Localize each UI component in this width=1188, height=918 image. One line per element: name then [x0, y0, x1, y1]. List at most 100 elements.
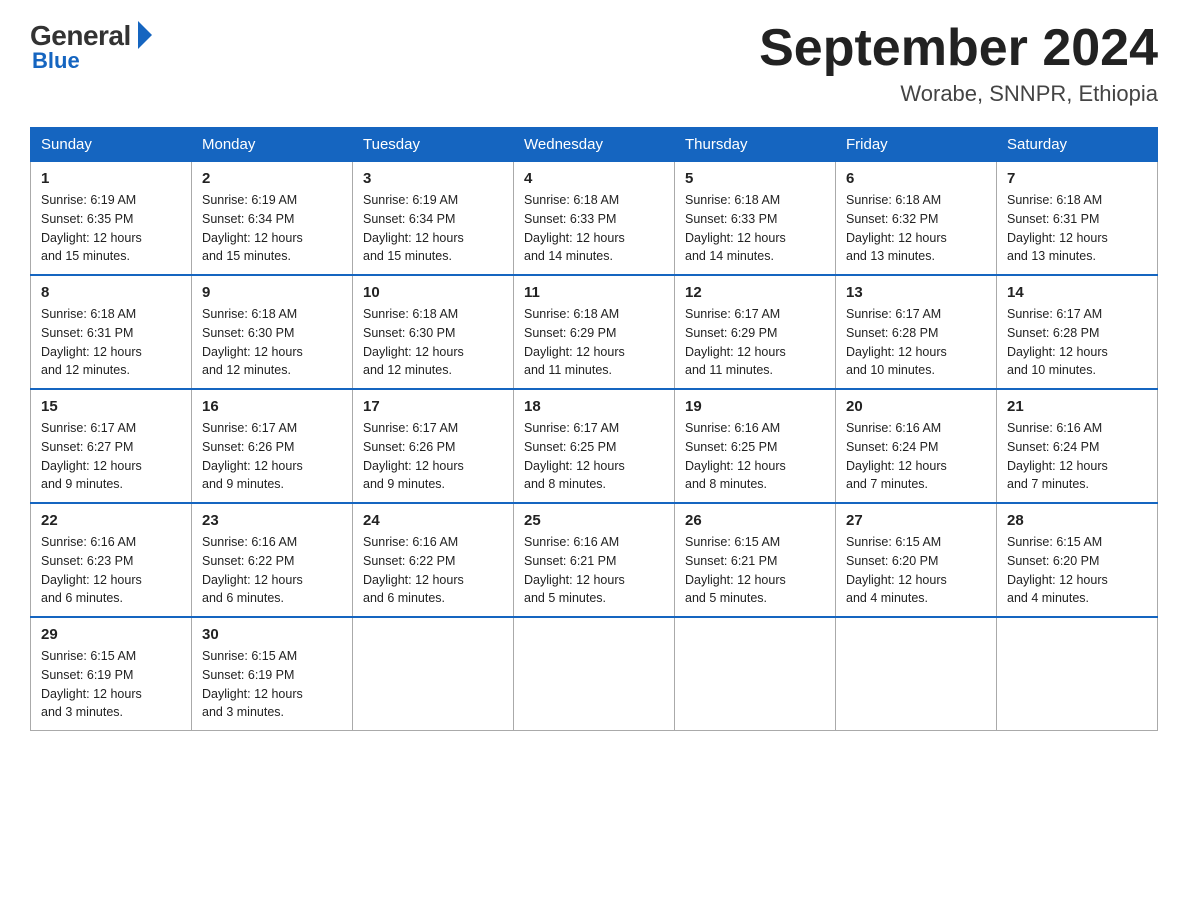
col-thursday: Thursday: [675, 128, 836, 162]
day-number: 18: [524, 398, 664, 415]
day-number: 19: [685, 398, 825, 415]
calendar-day-cell: 3Sunrise: 6:19 AMSunset: 6:34 PMDaylight…: [353, 162, 514, 276]
calendar-day-cell: 13 Sunrise: 6:17 AMSunset: 6:28 PMDayligh…: [836, 275, 997, 389]
calendar-day-cell: 9Sunrise: 6:18 AMSunset: 6:30 PMDaylight…: [192, 275, 353, 389]
day-info: Sunrise: 6:15 AMSunset: 6:20 PMDaylight:…: [846, 533, 986, 608]
day-info: Sunrise: 6:15 AMSunset: 6:20 PMDaylight:…: [1007, 533, 1147, 608]
calendar-day-cell: [514, 617, 675, 731]
calendar-day-cell: 10 Sunrise: 6:18 AMSunset: 6:30 PMDayligh…: [353, 275, 514, 389]
day-info: Sunrise: 6:18 AMSunset: 6:33 PMDaylight:…: [524, 191, 664, 266]
day-number: 5: [685, 170, 825, 187]
col-sunday: Sunday: [31, 128, 192, 162]
day-info: Sunrise: 6:18 AMSunset: 6:32 PMDaylight:…: [846, 191, 986, 266]
day-number: 7: [1007, 170, 1147, 187]
day-info: Sunrise: 6:16 AMSunset: 6:22 PMDaylight:…: [363, 533, 503, 608]
calendar-day-cell: 8Sunrise: 6:18 AMSunset: 6:31 PMDaylight…: [31, 275, 192, 389]
day-info: Sunrise: 6:18 AMSunset: 6:30 PMDaylight:…: [363, 305, 503, 380]
day-info: Sunrise: 6:16 AMSunset: 6:25 PMDaylight:…: [685, 419, 825, 494]
day-number: 24: [363, 512, 503, 529]
calendar-day-cell: 18Sunrise: 6:17 AMSunset: 6:25 PMDayligh…: [514, 389, 675, 503]
calendar-day-cell: 23 Sunrise: 6:16 AMSunset: 6:22 PMDayligh…: [192, 503, 353, 617]
col-friday: Friday: [836, 128, 997, 162]
day-number: 30: [202, 626, 342, 643]
day-number: 4: [524, 170, 664, 187]
location-title: Worabe, SNNPR, Ethiopia: [759, 81, 1158, 107]
day-number: 11: [524, 284, 664, 301]
day-info: Sunrise: 6:16 AMSunset: 6:22 PMDaylight:…: [202, 533, 342, 608]
calendar-day-cell: 20 Sunrise: 6:16 AMSunset: 6:24 PMDayligh…: [836, 389, 997, 503]
day-info: Sunrise: 6:17 AMSunset: 6:28 PMDaylight:…: [846, 305, 986, 380]
page-header: General Blue September 2024 Worabe, SNNP…: [30, 20, 1158, 107]
calendar-day-cell: 16Sunrise: 6:17 AMSunset: 6:26 PMDayligh…: [192, 389, 353, 503]
day-info: Sunrise: 6:17 AMSunset: 6:29 PMDaylight:…: [685, 305, 825, 380]
day-number: 2: [202, 170, 342, 187]
day-info: Sunrise: 6:17 AMSunset: 6:27 PMDaylight:…: [41, 419, 181, 494]
day-number: 23: [202, 512, 342, 529]
day-info: Sunrise: 6:17 AMSunset: 6:28 PMDaylight:…: [1007, 305, 1147, 380]
calendar-day-cell: 25 Sunrise: 6:16 AMSunset: 6:21 PMDayligh…: [514, 503, 675, 617]
day-number: 16: [202, 398, 342, 415]
day-number: 20: [846, 398, 986, 415]
calendar-day-cell: 26 Sunrise: 6:15 AMSunset: 6:21 PMDayligh…: [675, 503, 836, 617]
day-number: 14: [1007, 284, 1147, 301]
calendar-day-cell: 7 Sunrise: 6:18 AMSunset: 6:31 PMDaylight…: [997, 162, 1158, 276]
calendar-day-cell: 28 Sunrise: 6:15 AMSunset: 6:20 PMDayligh…: [997, 503, 1158, 617]
calendar-week-row: 8Sunrise: 6:18 AMSunset: 6:31 PMDaylight…: [31, 275, 1158, 389]
calendar-day-cell: 17 Sunrise: 6:17 AMSunset: 6:26 PMDayligh…: [353, 389, 514, 503]
day-info: Sunrise: 6:15 AMSunset: 6:19 PMDaylight:…: [202, 647, 342, 722]
calendar-day-cell: 1 Sunrise: 6:19 AMSunset: 6:35 PMDaylight…: [31, 162, 192, 276]
calendar-day-cell: 22Sunrise: 6:16 AMSunset: 6:23 PMDayligh…: [31, 503, 192, 617]
calendar-day-cell: 21 Sunrise: 6:16 AMSunset: 6:24 PMDayligh…: [997, 389, 1158, 503]
day-info: Sunrise: 6:17 AMSunset: 6:26 PMDaylight:…: [363, 419, 503, 494]
calendar-day-cell: 14 Sunrise: 6:17 AMSunset: 6:28 PMDayligh…: [997, 275, 1158, 389]
day-info: Sunrise: 6:15 AMSunset: 6:21 PMDaylight:…: [685, 533, 825, 608]
calendar-day-cell: 11Sunrise: 6:18 AMSunset: 6:29 PMDayligh…: [514, 275, 675, 389]
day-number: 8: [41, 284, 181, 301]
day-info: Sunrise: 6:16 AMSunset: 6:24 PMDaylight:…: [846, 419, 986, 494]
calendar-day-cell: [353, 617, 514, 731]
day-number: 27: [846, 512, 986, 529]
calendar-day-cell: 19 Sunrise: 6:16 AMSunset: 6:25 PMDayligh…: [675, 389, 836, 503]
day-number: 9: [202, 284, 342, 301]
day-number: 17: [363, 398, 503, 415]
calendar-day-cell: 6 Sunrise: 6:18 AMSunset: 6:32 PMDaylight…: [836, 162, 997, 276]
day-info: Sunrise: 6:16 AMSunset: 6:21 PMDaylight:…: [524, 533, 664, 608]
calendar-day-cell: 15 Sunrise: 6:17 AMSunset: 6:27 PMDayligh…: [31, 389, 192, 503]
day-number: 3: [363, 170, 503, 187]
calendar-day-cell: 4 Sunrise: 6:18 AMSunset: 6:33 PMDaylight…: [514, 162, 675, 276]
day-info: Sunrise: 6:19 AMSunset: 6:35 PMDaylight:…: [41, 191, 181, 266]
logo-blue-text: Blue: [32, 48, 80, 74]
day-number: 1: [41, 170, 181, 187]
calendar-day-cell: 30 Sunrise: 6:15 AMSunset: 6:19 PMDayligh…: [192, 617, 353, 731]
day-info: Sunrise: 6:19 AMSunset: 6:34 PMDaylight:…: [202, 191, 342, 266]
logo: General Blue: [30, 20, 152, 74]
calendar-day-cell: 2 Sunrise: 6:19 AMSunset: 6:34 PMDaylight…: [192, 162, 353, 276]
calendar-day-cell: [675, 617, 836, 731]
day-info: Sunrise: 6:16 AMSunset: 6:23 PMDaylight:…: [41, 533, 181, 608]
day-number: 21: [1007, 398, 1147, 415]
day-info: Sunrise: 6:16 AMSunset: 6:24 PMDaylight:…: [1007, 419, 1147, 494]
calendar-week-row: 1 Sunrise: 6:19 AMSunset: 6:35 PMDaylight…: [31, 162, 1158, 276]
day-number: 6: [846, 170, 986, 187]
calendar-week-row: 15 Sunrise: 6:17 AMSunset: 6:27 PMDayligh…: [31, 389, 1158, 503]
calendar-day-cell: [997, 617, 1158, 731]
calendar-day-cell: 12 Sunrise: 6:17 AMSunset: 6:29 PMDayligh…: [675, 275, 836, 389]
logo-triangle-icon: [138, 21, 152, 49]
calendar-day-cell: 5Sunrise: 6:18 AMSunset: 6:33 PMDaylight…: [675, 162, 836, 276]
title-block: September 2024 Worabe, SNNPR, Ethiopia: [759, 20, 1158, 107]
day-number: 25: [524, 512, 664, 529]
day-number: 29: [41, 626, 181, 643]
day-number: 13: [846, 284, 986, 301]
col-saturday: Saturday: [997, 128, 1158, 162]
col-tuesday: Tuesday: [353, 128, 514, 162]
day-info: Sunrise: 6:18 AMSunset: 6:31 PMDaylight:…: [1007, 191, 1147, 266]
calendar-week-row: 22Sunrise: 6:16 AMSunset: 6:23 PMDayligh…: [31, 503, 1158, 617]
day-number: 28: [1007, 512, 1147, 529]
col-wednesday: Wednesday: [514, 128, 675, 162]
month-title: September 2024: [759, 20, 1158, 77]
day-number: 26: [685, 512, 825, 529]
calendar-day-cell: [836, 617, 997, 731]
day-number: 12: [685, 284, 825, 301]
day-number: 15: [41, 398, 181, 415]
day-number: 10: [363, 284, 503, 301]
